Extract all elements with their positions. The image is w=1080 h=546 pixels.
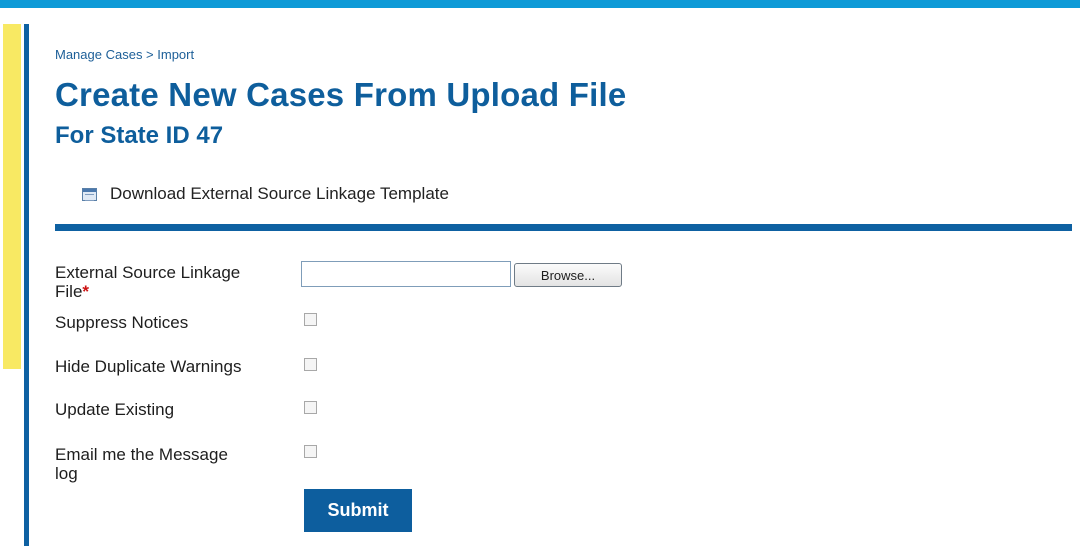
document-list-icon: [82, 187, 97, 201]
file-field-label-line1: External Source Linkage: [55, 263, 241, 282]
update-existing-label: Update Existing: [55, 400, 175, 419]
left-blue-rail: [24, 24, 29, 546]
download-template-label: Download External Source Linkage Templat…: [110, 184, 449, 203]
hide-duplicate-warnings-checkbox[interactable]: [304, 358, 317, 371]
suppress-notices-label: Suppress Notices: [55, 313, 189, 332]
left-accent-strip: [3, 24, 21, 369]
file-path-input[interactable]: [301, 261, 511, 287]
top-banner-bar: [0, 0, 1080, 8]
email-message-log-label-line1: Email me the Message: [55, 445, 228, 464]
required-marker: *: [82, 282, 90, 301]
update-existing-checkbox[interactable]: [304, 401, 317, 414]
email-message-log-checkbox[interactable]: [304, 445, 317, 458]
breadcrumb[interactable]: Manage Cases > Import: [55, 47, 194, 62]
email-message-log-label-line2: log: [55, 464, 78, 483]
suppress-notices-checkbox[interactable]: [304, 313, 317, 326]
file-field-label-line2: File: [55, 282, 83, 301]
submit-button[interactable]: Submit: [304, 489, 412, 532]
browse-button[interactable]: Browse...: [514, 263, 622, 287]
hide-duplicate-warnings-label: Hide Duplicate Warnings: [55, 357, 242, 376]
page-subtitle: For State ID 47: [55, 122, 224, 149]
file-field-label: External Source Linkage File*: [55, 263, 240, 301]
page-title: Create New Cases From Upload File: [55, 76, 627, 113]
email-message-log-label: Email me the Message log: [55, 445, 228, 483]
download-template-link[interactable]: Download External Source Linkage Templat…: [82, 184, 449, 204]
section-divider: [55, 224, 1072, 231]
